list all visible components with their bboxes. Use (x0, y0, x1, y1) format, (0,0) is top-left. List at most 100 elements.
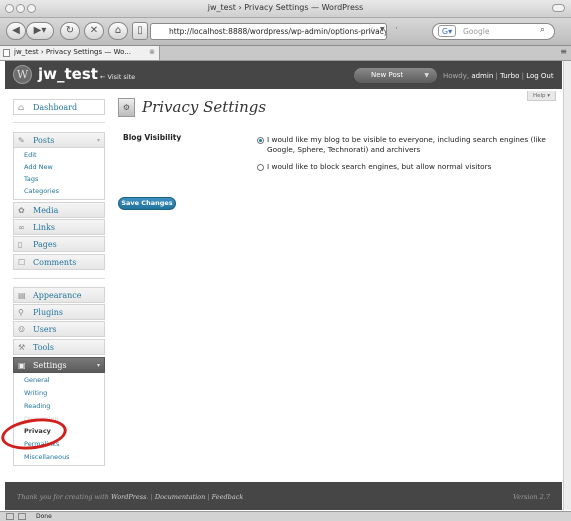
plugins-icon: ⚲ (18, 308, 24, 317)
browser-toolbar: ◀ ▶▾ ↻ ✕ ⌂ ▯ http://localhost:8888/wordp… (0, 18, 571, 46)
pages-icon: ▯ (18, 240, 23, 249)
logout-link[interactable]: Log Out (526, 72, 553, 80)
scrollbar[interactable] (563, 61, 571, 510)
wordpress-logo-icon: W (13, 65, 32, 84)
sidebar-item-users[interactable]: ☺ Users (13, 321, 105, 337)
howdy-text: Howdy, (443, 72, 470, 80)
search-icon[interactable]: ⌕ (540, 25, 545, 35)
visit-site-link[interactable]: ← Visit site (100, 73, 135, 81)
appearance-icon: ▤ (18, 291, 26, 300)
sidebar-item-appearance[interactable]: ▤ Appearance (13, 287, 105, 303)
users-icon: ☺ (18, 325, 26, 334)
sidebar-item-label: Plugins (33, 308, 64, 317)
back-button[interactable]: ◀ (6, 22, 26, 40)
window-title: jw_test › Privacy Settings — WordPress (207, 3, 364, 12)
tab-bar: jw_test › Privacy Settings — Wo... ⊗ ≡ (0, 46, 571, 61)
page-icon: ▯ (132, 22, 148, 40)
address-bar[interactable]: http://localhost:8888/wordpress/wp-admin… (150, 23, 387, 40)
blog-visibility-label: Blog Visibility (123, 133, 182, 142)
separator (13, 122, 105, 123)
sidebar-item-posts[interactable]: ✎ Posts ▾ (13, 132, 105, 148)
sidebar-subitem-add-new[interactable]: Add New (24, 163, 53, 171)
stop-icon[interactable]: ✕ (84, 22, 104, 40)
sidebar-subitem-miscellaneous[interactable]: Miscellaneous (24, 453, 70, 461)
separator: | (207, 493, 210, 501)
admin-footer: Thank you for creating with WordPress. |… (5, 482, 562, 510)
visibility-option-block-label[interactable]: I would like to block search engines, bu… (267, 162, 552, 172)
browser-window: jw_test › Privacy Settings — WordPress ◀… (0, 0, 571, 521)
home-icon[interactable]: ⌂ (108, 22, 128, 40)
sidebar-item-label: Users (33, 325, 57, 334)
save-changes-button[interactable]: Save Changes (118, 197, 176, 210)
reload-icon[interactable]: ↻ (60, 22, 80, 40)
separator: | (521, 72, 524, 80)
admin-sidebar: ⌂ Dashboard ✎ Posts ▾ Edit Add New Tags Ca… (13, 94, 105, 474)
settings-page-icon: ⚙ (118, 98, 135, 117)
separator (13, 278, 105, 279)
url-text: http://localhost:8888/wordpress/wp-admin… (169, 27, 387, 36)
sidebar-item-comments[interactable]: ☐ Comments (13, 254, 105, 270)
help-button[interactable]: Help ▾ (527, 91, 556, 101)
tab-privacy-settings[interactable]: jw_test › Privacy Settings — Wo... ⊗ (0, 46, 160, 60)
tools-icon: ⚒ (18, 343, 26, 352)
sidebar-item-label: Pages (33, 240, 57, 249)
posts-icon: ✎ (18, 136, 25, 145)
toolbar-toggle-button[interactable] (552, 4, 565, 12)
sidebar-item-plugins[interactable]: ⚲ Plugins (13, 304, 105, 320)
sidebar-item-settings[interactable]: ▣ Settings ▾ (13, 357, 105, 373)
sidebar-item-label: Links (33, 223, 55, 232)
dashboard-icon: ⌂ (18, 103, 25, 112)
wp-admin-header: W jw_test ← Visit site New Post ▼ Howdy,… (5, 61, 562, 89)
settings-icon: ▣ (18, 361, 26, 370)
sidebar-item-links[interactable]: ∞ Links (13, 219, 105, 235)
sidebar-item-label: Media (33, 206, 59, 215)
sidebar-item-tools[interactable]: ⚒ Tools (13, 339, 105, 355)
user-profile-link[interactable]: admin (471, 72, 493, 80)
media-icon: ✿ (18, 206, 25, 215)
wordpress-link[interactable]: WordPress (111, 493, 146, 501)
posts-submenu: Edit Add New Tags Categories (13, 148, 105, 200)
sidebar-item-label: Comments (33, 258, 77, 267)
sidebar-subitem-general[interactable]: General (24, 376, 50, 384)
page-title: Privacy Settings (142, 98, 267, 116)
chevron-down-icon[interactable]: ▾ (97, 358, 100, 373)
sidebar-subitem-categories[interactable]: Categories (24, 187, 59, 195)
sidebar-item-label: Dashboard (33, 103, 78, 112)
footer-thanks-text: Thank you for creating with (17, 493, 109, 501)
chevron-down-icon[interactable]: ▾ (97, 133, 100, 148)
turbo-link[interactable]: Turbo (500, 72, 519, 80)
google-icon[interactable]: G▾ (438, 25, 456, 37)
visibility-radio-visible[interactable] (257, 137, 264, 144)
tab-menu-icon[interactable]: ≡ (560, 47, 567, 56)
separator: | (495, 72, 498, 80)
sidebar-item-dashboard[interactable]: ⌂ Dashboard (13, 99, 105, 115)
blog-name[interactable]: jw_test (38, 65, 98, 83)
footer-credits: Thank you for creating with WordPress. |… (17, 493, 244, 501)
sidebar-subitem-edit[interactable]: Edit (24, 151, 37, 159)
sidebar-item-media[interactable]: ✿ Media (13, 202, 105, 218)
status-lock-icon (18, 513, 26, 520)
user-info: Howdy, admin | Turbo | Log Out (443, 72, 554, 80)
forward-button[interactable]: ▶▾ (26, 22, 54, 40)
tab-label: jw_test › Privacy Settings — Wo... (14, 48, 131, 56)
feedback-link[interactable]: Feedback (212, 493, 244, 501)
sidebar-subitem-writing[interactable]: Writing (24, 389, 47, 397)
documentation-link[interactable]: Documentation (155, 493, 205, 501)
bookmark-star-icon[interactable]: ☆ (368, 26, 376, 36)
status-page-icon (6, 513, 14, 520)
version-text: Version 2.7 (513, 493, 550, 501)
chevron-down-icon[interactable]: ▼ (424, 68, 429, 83)
new-post-button[interactable]: New Post ▼ (354, 68, 437, 83)
tab-close-icon[interactable]: ⊗ (149, 46, 155, 59)
window-titlebar: jw_test › Privacy Settings — WordPress (0, 0, 571, 18)
page-favicon-icon (3, 49, 10, 57)
sidebar-subitem-reading[interactable]: Reading (24, 402, 50, 410)
visibility-option-visible-label[interactable]: I would like my blog to be visible to ev… (267, 135, 552, 154)
sidebar-item-label: Tools (33, 343, 55, 352)
visibility-radio-block[interactable] (257, 164, 264, 171)
sidebar-item-pages[interactable]: ▯ Pages (13, 236, 105, 252)
sidebar-subitem-tags[interactable]: Tags (24, 175, 38, 183)
search-placeholder: Google (463, 27, 490, 36)
url-dropdown-icon[interactable]: ▼ (380, 26, 385, 33)
sidebar-item-label: Settings (33, 361, 67, 370)
